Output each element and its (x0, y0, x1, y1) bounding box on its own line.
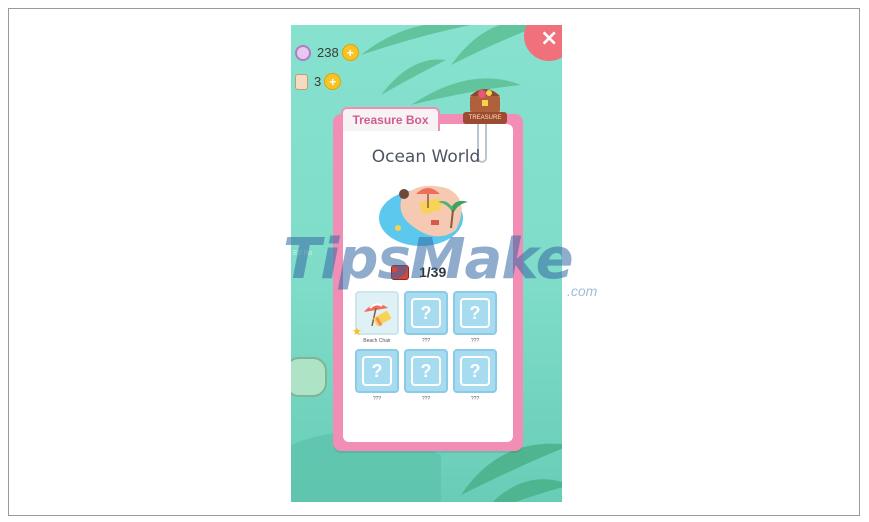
beach-chair-icon (364, 303, 392, 327)
tab-treasure-box[interactable]: Treasure Box (341, 107, 440, 131)
shell-counter: 238 + (295, 44, 359, 61)
item-box: ? (404, 349, 448, 393)
shell-count: 238 (317, 45, 339, 60)
item-slot-locked[interactable]: ? ??? (453, 291, 497, 344)
item-label: ??? (421, 338, 431, 344)
question-mark-icon: ? (460, 356, 490, 386)
item-box: ? (453, 349, 497, 393)
item-label: ??? (470, 338, 480, 344)
coin-plus-icon[interactable]: + (341, 44, 359, 61)
item-slot-locked[interactable]: ? ??? (355, 349, 399, 402)
item-box: ? (404, 291, 448, 335)
item-box: ? (355, 349, 399, 393)
watermark-brand: TipsMake (283, 227, 574, 292)
question-mark-icon: ? (460, 298, 490, 328)
item-slot-locked[interactable]: ? ??? (453, 349, 497, 402)
seabed-rock (291, 357, 327, 397)
item-label: Beach Chair (363, 338, 391, 344)
item-slot-beach-chair[interactable]: ★ Beach Chair (352, 291, 399, 344)
item-label: ??? (372, 396, 382, 402)
question-mark-icon: ? (411, 356, 441, 386)
treasure-badge-label: TREASURE (463, 112, 507, 124)
item-label: ??? (470, 396, 480, 402)
scroll-icon (295, 73, 308, 90)
item-box: ? (453, 291, 497, 335)
close-icon: × (540, 26, 559, 51)
item-label: ??? (421, 396, 431, 402)
scroll-counter: 3 + (295, 73, 342, 90)
item-slot-locked[interactable]: ? ??? (404, 349, 448, 402)
item-slot-locked[interactable]: ? ??? (404, 291, 448, 344)
world-title: Ocean World (371, 147, 481, 167)
watermark-suffix: .com (567, 283, 598, 299)
coin-plus-icon[interactable]: + (324, 73, 342, 90)
question-mark-icon: ? (362, 356, 392, 386)
question-mark-icon: ? (411, 298, 441, 328)
scroll-count: 3 (314, 74, 322, 89)
shell-icon (295, 44, 311, 61)
star-icon: ★ (352, 325, 362, 338)
